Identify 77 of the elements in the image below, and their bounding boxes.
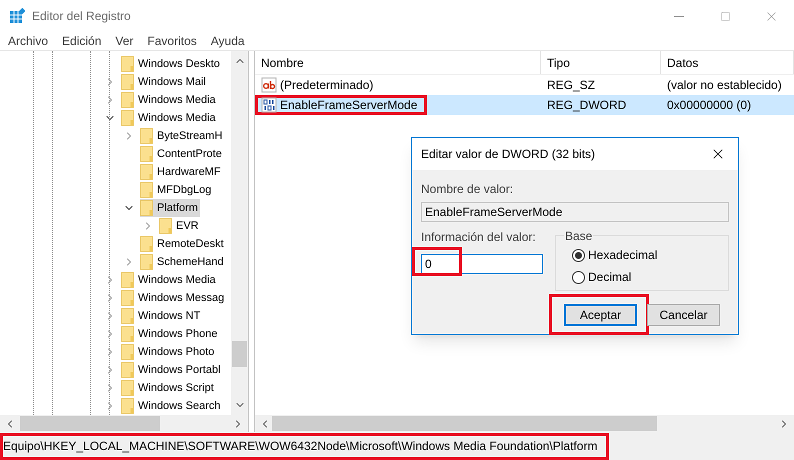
menu-item[interactable]: Archivo <box>8 32 48 50</box>
vertical-scrollbar[interactable] <box>231 51 248 415</box>
tree-item[interactable]: Windows Media <box>104 91 218 109</box>
folder-icon <box>121 362 134 378</box>
tree-item[interactable]: EVR <box>142 217 201 235</box>
horizontal-scrollbar[interactable] <box>0 415 248 432</box>
maximize-icon <box>720 10 730 22</box>
tree-item[interactable]: Windows Phone <box>104 325 220 343</box>
tree-item[interactable]: Windows Media <box>104 109 218 127</box>
status-path: Equipo\HKEY_LOCAL_MACHINE\SOFTWARE\WOW6432Node\Microsoft\Windows Media Foundation\Platform <box>2 438 598 455</box>
field-label: Nombre de valor: <box>421 181 514 198</box>
folder-icon <box>121 380 134 396</box>
tree-item[interactable]: SchemeHand <box>123 253 226 271</box>
tree-item[interactable]: Windows Mail <box>104 73 208 91</box>
folder-icon <box>121 92 134 108</box>
radio-label: Decimal <box>588 269 632 286</box>
scrollbar-thumb[interactable] <box>272 416 657 431</box>
folder-icon <box>140 200 153 216</box>
menu-item[interactable]: Favoritos <box>147 32 197 50</box>
binary-value-icon <box>261 97 277 113</box>
tree-item[interactable]: Windows Search <box>104 397 223 415</box>
radio-label: Hexadecimal <box>588 247 658 264</box>
folder-icon <box>121 290 134 306</box>
tree-item[interactable]: Windows Messag <box>104 289 226 307</box>
dialog-title: Editar valor de DWORD (32 bits) <box>421 146 596 163</box>
dialog-button[interactable]: Aceptar <box>564 304 637 326</box>
tree-item[interactable]: ContentProte <box>123 145 224 163</box>
tree-item[interactable]: HardwareMF <box>123 163 223 181</box>
value-name-field: EnableFrameServerMode <box>421 202 729 222</box>
window-title: Editor del Registro <box>32 8 131 25</box>
field-label: Información del valor: <box>421 229 537 246</box>
folder-icon <box>159 218 172 234</box>
value-name: EnableFrameServerMode <box>280 99 418 111</box>
horizontal-scrollbar[interactable] <box>255 415 794 432</box>
folder-icon <box>121 272 134 288</box>
app-icon <box>9 8 25 24</box>
folder-icon <box>140 254 153 270</box>
folder-icon <box>140 128 153 144</box>
tree-item[interactable]: MFDbgLog <box>123 181 214 199</box>
folder-icon <box>140 182 153 198</box>
value-type: REG_DWORD <box>546 97 628 114</box>
folder-icon <box>121 398 134 414</box>
radio-button[interactable] <box>572 248 585 262</box>
folder-icon <box>140 164 153 180</box>
folder-icon <box>121 344 134 360</box>
folder-icon <box>121 308 134 324</box>
folder-icon <box>121 56 134 72</box>
scrollbar-thumb[interactable] <box>232 341 247 367</box>
folder-icon <box>140 146 153 162</box>
tree-item[interactable]: Windows Script <box>104 379 216 397</box>
tree-item[interactable]: Windows Media <box>104 271 218 289</box>
tree-item[interactable]: Windows Portabl <box>104 361 223 379</box>
menu-item[interactable]: Ayuda <box>210 32 245 50</box>
folder-icon <box>140 236 153 252</box>
string-value-icon <box>261 77 277 93</box>
value-name: (Predeterminado) <box>280 79 374 91</box>
radio-button[interactable] <box>572 270 585 284</box>
value-data: (valor no establecido) <box>666 77 783 94</box>
column-header[interactable]: Nombre <box>255 51 541 74</box>
folder-icon <box>121 110 134 126</box>
tree-item[interactable]: Windows NT <box>104 307 202 325</box>
tree-item[interactable]: RemoteDeskt <box>123 235 226 253</box>
value-data: 0x00000000 (0) <box>666 97 752 114</box>
tree-item[interactable]: Windows Deskto <box>104 55 222 73</box>
folder-icon <box>121 326 134 342</box>
tree-item[interactable]: ByteStreamH <box>123 127 224 145</box>
scrollbar-thumb[interactable] <box>20 416 160 431</box>
value-type: REG_SZ <box>546 77 596 94</box>
dialog-button[interactable]: Cancelar <box>647 304 720 326</box>
tree-item[interactable]: Windows Photo <box>104 343 216 361</box>
column-header[interactable]: Datos <box>661 51 794 74</box>
menu-item[interactable]: Edición <box>62 32 102 50</box>
value-row[interactable]: EnableFrameServerMode REG_DWORD 0x00000000 (0) <box>255 95 794 115</box>
menu-item[interactable]: Ver <box>115 32 134 50</box>
value-data-input[interactable]: 0 <box>421 254 543 274</box>
folder-icon <box>121 74 134 90</box>
column-header[interactable]: Tipo <box>541 51 661 74</box>
